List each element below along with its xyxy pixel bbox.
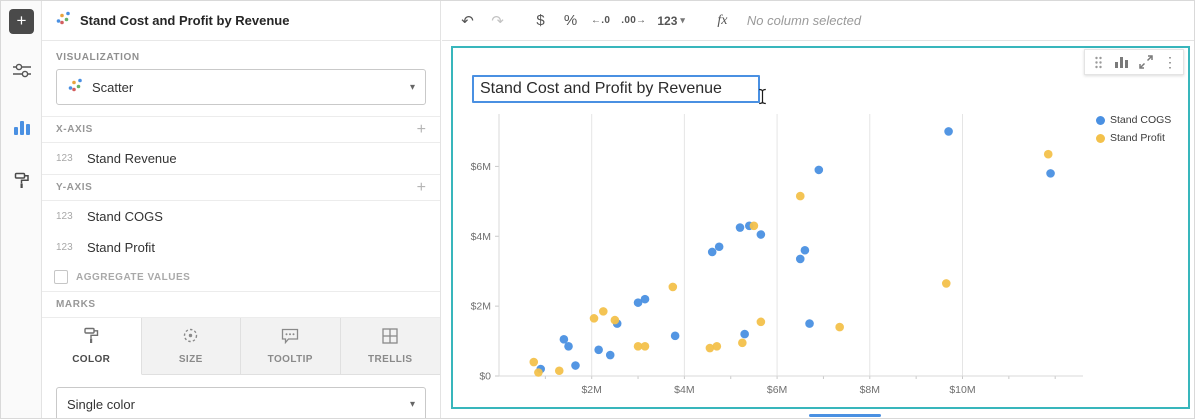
left-rail: + xyxy=(1,1,42,418)
increase-decimal-button[interactable]: .00→ xyxy=(617,8,650,34)
numeric-type-icon: 123 xyxy=(56,211,78,222)
svg-text:$8M: $8M xyxy=(860,384,880,396)
x-axis-label: X-AXIS xyxy=(56,124,417,135)
formula-fx-icon: fx xyxy=(709,8,736,34)
tab-size[interactable]: SIZE xyxy=(142,318,242,375)
field-name: Stand Profit xyxy=(87,240,155,255)
edit-chart-icon[interactable] xyxy=(1111,51,1133,73)
svg-text:$4M: $4M xyxy=(674,384,694,396)
x-axis-field-stand-revenue[interactable]: 123 Stand Revenue xyxy=(42,143,440,174)
formula-input[interactable] xyxy=(747,13,1182,28)
svg-text:$10M: $10M xyxy=(949,384,975,396)
numeric-type-icon: 123 xyxy=(56,242,78,253)
speech-bubble-icon xyxy=(281,328,299,349)
legend-label: Stand Profit xyxy=(1110,132,1165,144)
redo-button[interactable]: ↷ xyxy=(484,8,511,34)
svg-text:$0: $0 xyxy=(479,371,491,383)
tab-trellis[interactable]: TRELLIS xyxy=(341,318,441,375)
aggregate-values-row: AGGREGATE VALUES xyxy=(42,263,440,291)
legend-swatch-cogs xyxy=(1096,116,1105,125)
filter-sliders-icon xyxy=(13,63,31,83)
kebab-menu-icon[interactable]: ⋮ xyxy=(1159,51,1181,73)
add-y-axis-column-icon[interactable]: + xyxy=(417,180,426,196)
tab-tooltip[interactable]: TOOLTIP xyxy=(241,318,341,375)
chevron-down-icon: ▾ xyxy=(680,15,685,26)
aggregate-values-checkbox[interactable] xyxy=(54,270,68,284)
tab-label: TRELLIS xyxy=(368,354,412,365)
viz-type-select[interactable]: Scatter ▾ xyxy=(56,69,426,105)
legend-item-stand-profit[interactable]: Stand Profit xyxy=(1096,132,1171,144)
field-name: Stand Revenue xyxy=(87,151,177,166)
viz-type-value: Scatter xyxy=(92,80,401,95)
color-mode-select[interactable]: Single color ▾ xyxy=(56,387,426,419)
field-name: Stand COGS xyxy=(87,209,163,224)
drag-handle-icon[interactable] xyxy=(1087,51,1109,73)
format-toolbar: ↶ ↷ $ % ←.0 .00→ 123 ▾ fx xyxy=(442,1,1194,41)
expand-icon[interactable] xyxy=(1135,51,1157,73)
y-axis-field-stand-cogs[interactable]: 123 Stand COGS xyxy=(42,201,440,232)
svg-text:$6M: $6M xyxy=(471,161,491,173)
panel-header: Stand Cost and Profit by Revenue xyxy=(42,1,440,41)
svg-text:$4M: $4M xyxy=(471,231,491,243)
visualizations-nav-button[interactable] xyxy=(1,113,42,145)
number-format-select[interactable]: 123 ▾ xyxy=(653,8,689,34)
svg-text:$2M: $2M xyxy=(581,384,601,396)
marks-tabs: COLOR SIZE TOOLTIP xyxy=(42,318,440,375)
app-window: + xyxy=(0,0,1195,419)
scatter-icon xyxy=(55,10,71,31)
legend-item-stand-cogs[interactable]: Stand COGS xyxy=(1096,114,1171,126)
marks-section-header: MARKS xyxy=(42,291,440,318)
percent-format-button[interactable]: % xyxy=(557,8,584,34)
format-nav-button[interactable] xyxy=(1,167,42,199)
aggregate-values-label: AGGREGATE VALUES xyxy=(76,272,190,283)
color-mode-value: Single color xyxy=(67,397,401,412)
chart-legend: Stand COGS Stand Profit xyxy=(1096,114,1171,144)
visualization-section-label: VISUALIZATION xyxy=(42,41,440,69)
marks-label: MARKS xyxy=(56,299,426,310)
chart-card[interactable]: ⋮ $2M $4M $6M $8M $10M $0 $2M $4M $6M Stand COGS… xyxy=(451,46,1190,409)
svg-text:$2M: $2M xyxy=(471,301,491,313)
legend-label: Stand COGS xyxy=(1110,114,1171,126)
grid-icon xyxy=(382,328,398,349)
tab-color[interactable]: COLOR xyxy=(42,318,142,375)
paint-roller-icon xyxy=(14,172,30,194)
tab-label: SIZE xyxy=(179,354,203,365)
add-button[interactable]: + xyxy=(9,9,34,34)
scatter-plot[interactable]: $2M $4M $6M $8M $10M $0 $2M $4M $6M xyxy=(457,106,1093,406)
scatter-icon xyxy=(67,77,83,98)
x-axis-section-header: X-AXIS + xyxy=(42,116,440,143)
chevron-down-icon: ▾ xyxy=(410,82,415,93)
dashed-circle-icon xyxy=(182,327,199,349)
tab-label: TOOLTIP xyxy=(268,354,313,365)
number-format-label: 123 xyxy=(657,14,677,28)
filters-nav-button[interactable] xyxy=(1,57,42,89)
chart-mini-toolbar: ⋮ xyxy=(1084,49,1184,75)
y-axis-field-stand-profit[interactable]: 123 Stand Profit xyxy=(42,232,440,263)
chart-title-input[interactable] xyxy=(472,75,760,103)
svg-text:$6M: $6M xyxy=(767,384,787,396)
horizontal-scrollbar[interactable] xyxy=(809,414,881,417)
numeric-type-icon: 123 xyxy=(56,153,78,164)
y-axis-section-header: Y-AXIS + xyxy=(42,174,440,201)
undo-button[interactable]: ↶ xyxy=(454,8,481,34)
bar-chart-icon xyxy=(13,119,31,140)
decrease-decimal-button[interactable]: ←.0 xyxy=(587,8,614,34)
legend-swatch-profit xyxy=(1096,134,1105,143)
y-axis-label: Y-AXIS xyxy=(56,182,417,193)
chevron-down-icon: ▾ xyxy=(410,399,415,410)
add-x-axis-column-icon[interactable]: + xyxy=(417,122,426,138)
config-panel: Stand Cost and Profit by Revenue VISUALI… xyxy=(42,1,441,418)
chart-name-title: Stand Cost and Profit by Revenue xyxy=(80,13,289,28)
tab-label: COLOR xyxy=(72,354,110,365)
currency-format-button[interactable]: $ xyxy=(527,8,554,34)
paint-roller-icon xyxy=(83,327,100,349)
